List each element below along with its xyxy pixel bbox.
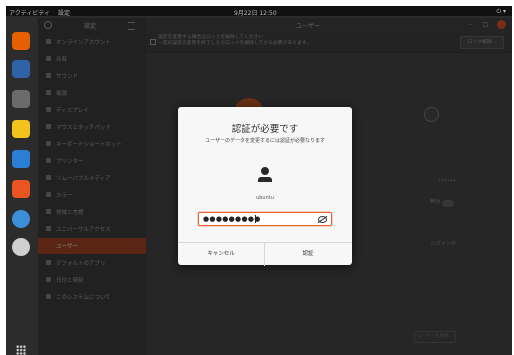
dialog-title: 認証が必要です — [231, 124, 299, 135]
top-bar: アクティビティ 設定 9月22日 12:50 ⏻ ▾ — [6, 6, 512, 17]
reveal-password-icon[interactable] — [318, 216, 327, 223]
disc-icon[interactable] — [12, 238, 30, 256]
help-icon[interactable] — [12, 210, 30, 228]
authenticate-button[interactable]: 認証 — [265, 243, 351, 266]
password-dots: ●●●●●●●●● — [203, 215, 261, 223]
dialog-username: ubuntu — [256, 195, 274, 201]
writer-icon[interactable] — [12, 150, 30, 168]
auth-dialog: 認証が必要です ユーザーのデータを変更するには認証が必要なります ubuntu … — [178, 107, 352, 266]
dialog-message: ユーザーのデータを変更するには認証が必要なります — [205, 138, 325, 144]
dialog-buttons: キャンセル 認証 — [178, 242, 352, 266]
files-icon[interactable] — [12, 90, 30, 108]
user-icon — [258, 167, 272, 183]
show-apps-icon[interactable] — [16, 345, 26, 355]
system-tray[interactable]: ⏻ ▾ — [496, 8, 506, 16]
rhythmbox-icon[interactable] — [12, 120, 30, 138]
thunderbird-icon[interactable] — [12, 60, 30, 78]
app-menu[interactable]: 設定 — [58, 8, 70, 17]
clock[interactable]: 9月22日 12:50 — [234, 8, 277, 17]
cancel-button[interactable]: キャンセル — [178, 243, 265, 266]
password-input[interactable]: ●●●●●●●●● — [198, 212, 332, 226]
software-icon[interactable] — [12, 180, 30, 198]
firefox-icon[interactable] — [12, 32, 30, 50]
text-caret — [255, 215, 256, 223]
dock — [6, 16, 36, 355]
